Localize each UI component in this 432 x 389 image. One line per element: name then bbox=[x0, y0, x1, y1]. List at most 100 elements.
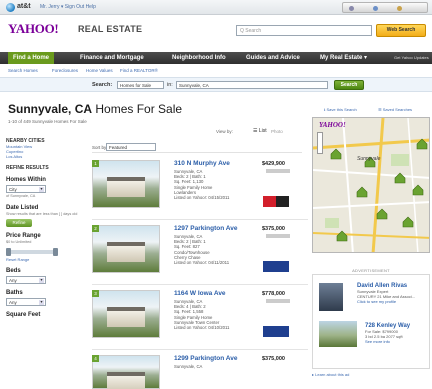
view-list-toggle[interactable]: ☰ List bbox=[253, 128, 267, 134]
results-count: 1-10 of 449 Sunnyvale Homes For Sale bbox=[8, 119, 87, 124]
nav-my-real-estate[interactable]: My Real Estate ▾ bbox=[320, 52, 367, 64]
nav-finance-mortgage[interactable]: Finance and Mortgage bbox=[80, 52, 144, 64]
listing-photo[interactable] bbox=[92, 290, 160, 338]
listing-address[interactable]: 1297 Parkington Ave bbox=[174, 225, 237, 232]
broker-logo[interactable] bbox=[263, 326, 289, 337]
homes-within-select[interactable]: City ▼ bbox=[6, 185, 46, 193]
advertisement-heading: ADVERTISEMENT bbox=[352, 268, 390, 273]
baths-select[interactable]: Any ▼ bbox=[6, 297, 46, 306]
listing-details: Sunnyvale, CA bbox=[174, 364, 202, 369]
control-dot-icon[interactable] bbox=[373, 6, 378, 11]
browser-toolbar: at&t Mr. Jerry ▾ Sign Out Help bbox=[0, 0, 432, 15]
control-dot-icon[interactable] bbox=[397, 6, 402, 11]
web-search-button[interactable]: Web Search bbox=[376, 24, 426, 37]
saved-searches-link[interactable]: ☰ Saved Searches bbox=[378, 107, 412, 112]
map-yahoo-logo: YAHOO! bbox=[319, 121, 346, 129]
view-by-label: View by: bbox=[216, 129, 233, 134]
listing-detail: Listed on Yahoo!: 04/15/2011 bbox=[174, 195, 230, 201]
nav-neighborhood-info[interactable]: Neighborhood Info bbox=[172, 52, 226, 64]
listing-card[interactable]: 3 1164 W Iowa Ave $778,000 Sunnyvale, CA… bbox=[92, 286, 308, 350]
listing-card[interactable]: 4 1299 Parkington Ave $375,000 Sunnyvale… bbox=[92, 351, 308, 389]
date-listed-heading: Date Listed bbox=[6, 204, 39, 211]
yahoo-logo[interactable]: YAHOO! bbox=[8, 21, 59, 37]
save-search-link[interactable]: ⭳ Save this Search bbox=[324, 107, 357, 114]
listing-type-select[interactable]: Homes for Sale bbox=[117, 81, 164, 89]
chevron-down-icon[interactable]: ▼ bbox=[39, 299, 44, 305]
sort-select[interactable]: Featured bbox=[106, 143, 156, 151]
page-title-city: Sunnyvale, CA bbox=[8, 102, 93, 116]
browser-controls[interactable] bbox=[342, 2, 428, 13]
beds-value: Any bbox=[9, 277, 17, 283]
in-label: in: bbox=[167, 82, 173, 88]
real-estate-title: REAL ESTATE bbox=[78, 24, 143, 34]
view-photo-toggle[interactable]: Photo bbox=[271, 129, 283, 134]
homes-within-heading: Homes Within bbox=[6, 177, 46, 183]
listing-photo[interactable] bbox=[92, 160, 160, 208]
learn-about-ad-link[interactable]: ▸ Learn about this ad bbox=[312, 372, 349, 377]
browser-brand: at&t bbox=[17, 3, 31, 10]
listing-detail: Listed on Yahoo!: 04/10/2011 bbox=[174, 325, 230, 331]
refine-results-heading: REFINE RESULTS bbox=[6, 165, 49, 171]
listing-status-bar bbox=[266, 169, 290, 173]
map-city-label: Sunnyvale bbox=[357, 156, 381, 162]
ad-property-info: For Sale: $799000 3 bd 2.5 ba 2077 sqft … bbox=[365, 329, 403, 345]
search-label: Search: bbox=[92, 82, 113, 88]
advertisement-box[interactable]: David Allen Rivas Sunnyvale Expert CENTU… bbox=[312, 274, 430, 369]
subnav-find-realtor[interactable]: Find a REALTOR® bbox=[120, 68, 158, 73]
att-globe-icon bbox=[6, 3, 15, 12]
nav-find-a-home[interactable]: Find a Home bbox=[8, 52, 55, 64]
listing-number: 3 bbox=[92, 290, 99, 297]
page-title: Sunnyvale, CA Homes For Sale bbox=[8, 102, 182, 116]
listing-address[interactable]: 1299 Parkington Ave bbox=[174, 355, 237, 362]
beds-select[interactable]: Any ▼ bbox=[6, 275, 46, 284]
listing-number: 1 bbox=[92, 160, 99, 167]
sub-nav: Search Homes Foreclosures Home Values Fi… bbox=[0, 66, 432, 75]
account-links[interactable]: Mr. Jerry ▾ Sign Out Help bbox=[40, 4, 96, 10]
listing-number: 4 bbox=[92, 355, 99, 362]
broker-logo[interactable] bbox=[263, 196, 289, 207]
price-range-slider[interactable] bbox=[6, 247, 58, 256]
nav-updates[interactable]: Get Yahoo Updates bbox=[394, 52, 429, 64]
nearby-city-link[interactable]: Los Altos bbox=[6, 154, 82, 159]
square-feet-heading: Square Feet bbox=[6, 311, 41, 318]
listing-card[interactable]: 2 1297 Parkington Ave $375,000 Sunnyvale… bbox=[92, 221, 308, 285]
search-button[interactable]: Search bbox=[334, 80, 364, 90]
price-range-note: $0 to Unlimited bbox=[6, 240, 32, 244]
listing-photo[interactable] bbox=[92, 225, 160, 273]
refine-button[interactable]: Refine bbox=[6, 219, 32, 227]
refine-sidebar: NEARBY CITIES Mountain View Cupertino Lo… bbox=[6, 138, 82, 318]
agent-info: Sunnyvale Expert CENTURY 21 Mike and Ass… bbox=[357, 289, 415, 305]
listing-details: Sunnyvale, CA Beds: 2 | Bath: 1 Sq. Feet… bbox=[174, 169, 229, 200]
broker-logo[interactable] bbox=[263, 261, 289, 272]
listing-details: Sunnyvale, CA Beds: 2 | Bath: 1 Sq. Feet… bbox=[174, 234, 229, 265]
slider-max-handle[interactable] bbox=[53, 247, 58, 256]
date-listed-note: Show results that are less than [ ] days… bbox=[6, 211, 78, 216]
location-input[interactable]: Sunnyvale, CA bbox=[176, 81, 328, 89]
ad-property-photo[interactable] bbox=[319, 321, 357, 347]
reset-range-link[interactable]: Reset Range bbox=[6, 257, 82, 262]
control-dot-icon[interactable] bbox=[349, 6, 354, 11]
subnav-search-homes[interactable]: Search Homes bbox=[8, 68, 38, 73]
listing-photo[interactable] bbox=[92, 355, 160, 389]
listing-details: Sunnyvale, CA Beds: 4 | Bath: 2 Sq. Feet… bbox=[174, 299, 229, 330]
listing-price: $778,000 bbox=[262, 291, 285, 297]
listing-address[interactable]: 1164 W Iowa Ave bbox=[174, 290, 226, 297]
subnav-home-values[interactable]: Home Values bbox=[86, 68, 113, 73]
nav-guides-advice[interactable]: Guides and Advice bbox=[246, 52, 300, 64]
price-range-heading: Price Range bbox=[6, 233, 41, 239]
chevron-down-icon[interactable]: ▼ bbox=[39, 277, 44, 283]
slider-min-handle[interactable] bbox=[6, 247, 11, 256]
listing-status-bar bbox=[266, 299, 290, 303]
results-map[interactable]: YAHOO! Sunnyvale bbox=[312, 117, 430, 253]
agent-photo[interactable] bbox=[319, 283, 343, 311]
map-canvas[interactable] bbox=[313, 118, 430, 253]
listing-card[interactable]: 1 310 N Murphy Ave $429,900 Sunnyvale, C… bbox=[92, 156, 308, 220]
ad-more-info-link[interactable]: See more info bbox=[365, 339, 403, 345]
subnav-foreclosures[interactable]: Foreclosures bbox=[52, 68, 78, 73]
listing-price: $375,000 bbox=[262, 356, 285, 362]
agent-profile-link[interactable]: Click to see my profile bbox=[357, 299, 415, 305]
chevron-down-icon[interactable]: ▼ bbox=[39, 187, 44, 192]
web-search-input[interactable]: Q Search bbox=[236, 25, 372, 36]
listing-address[interactable]: 310 N Murphy Ave bbox=[174, 160, 230, 167]
map-zoom-control[interactable] bbox=[317, 132, 323, 154]
